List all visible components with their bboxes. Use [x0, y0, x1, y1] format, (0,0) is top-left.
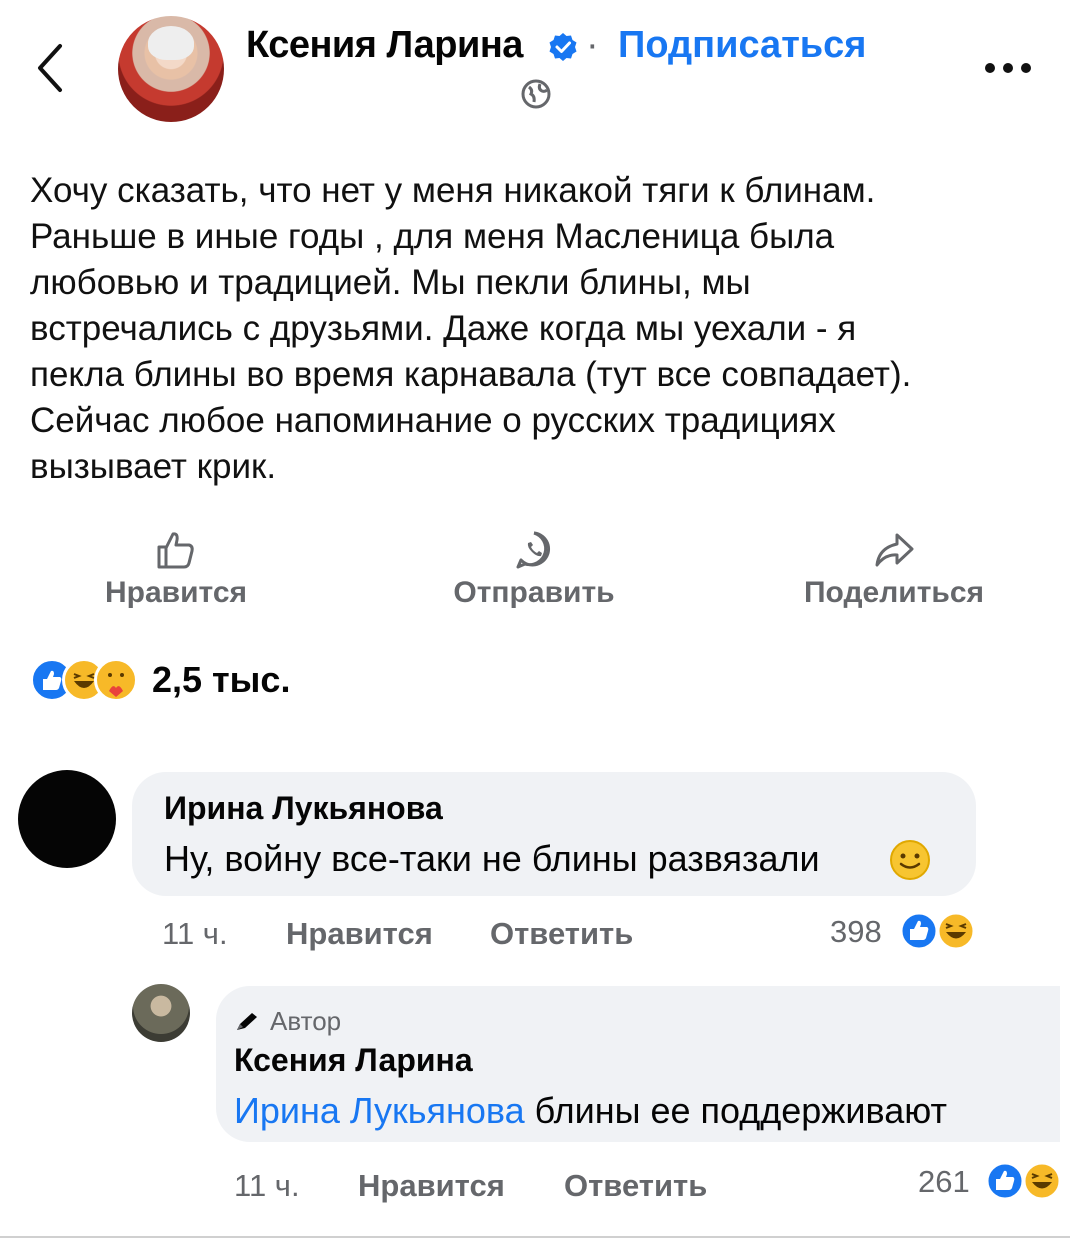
reply-reply-button[interactable]: Ответить: [564, 1168, 707, 1204]
share-label: Поделиться: [803, 576, 985, 609]
reply-text-body: блины ее поддерживают: [524, 1090, 947, 1131]
globe-icon: [521, 79, 551, 109]
share-button[interactable]: Поделиться: [764, 530, 1024, 610]
reply-text: Ирина Лукьянова блины ее поддерживают: [234, 1090, 947, 1132]
comment-reaction-icons: [899, 911, 976, 951]
care-reaction-icon: [94, 658, 138, 702]
send-label: Отправить: [453, 576, 615, 609]
back-button[interactable]: [30, 40, 70, 96]
subscribe-button[interactable]: Подписаться: [618, 24, 866, 67]
reply-reaction-icons: [985, 1161, 1062, 1201]
reply-like-button[interactable]: Нравится: [358, 1168, 505, 1204]
author-badge-label: Автор: [270, 1006, 342, 1036]
chevron-left-icon: [38, 44, 62, 92]
author-avatar[interactable]: [118, 16, 224, 122]
comment-author[interactable]: Ирина Лукьянова: [164, 790, 443, 827]
reply-time[interactable]: 11 ч.: [234, 1168, 300, 1204]
mention-link[interactable]: Ирина Лукьянова: [234, 1090, 525, 1131]
comment-like-button[interactable]: Нравится: [286, 916, 433, 952]
reply-author-avatar[interactable]: [132, 984, 190, 1042]
smiley-emoji-icon: [890, 840, 930, 880]
send-button[interactable]: Отправить: [404, 530, 664, 610]
author-badge: Автор: [234, 1006, 341, 1037]
author-name[interactable]: Ксения Ларина: [246, 24, 523, 67]
comment-reaction-count[interactable]: 398: [830, 914, 882, 950]
commenter-avatar[interactable]: [18, 770, 116, 868]
reply-reaction-count[interactable]: 261: [918, 1164, 970, 1200]
more-options-button[interactable]: [980, 50, 1036, 86]
pencil-icon: [237, 1012, 257, 1030]
thumbs-up-icon: [157, 532, 194, 569]
verified-badge-icon: [549, 33, 577, 61]
comment-reply-button[interactable]: Ответить: [490, 916, 633, 952]
comment-time[interactable]: 11 ч.: [162, 916, 228, 952]
share-arrow-icon: [875, 533, 914, 567]
header-separator: ·: [586, 24, 599, 66]
more-dots-icon: [985, 63, 1031, 73]
reply-author[interactable]: Ксения Ларина: [234, 1042, 473, 1079]
reactions-count: 2,5 тыс.: [152, 659, 291, 700]
comment-text: Ну, войну все-таки не блины развязали: [164, 838, 820, 879]
like-button[interactable]: Нравится: [46, 530, 306, 610]
like-label: Нравится: [104, 576, 248, 609]
bottom-divider: [0, 1236, 1070, 1238]
post-text: Хочу сказать, что нет у меня никакой тяг…: [30, 171, 912, 486]
reactions-summary[interactable]: 2,5 тыс.: [30, 656, 290, 704]
whatsapp-icon: [516, 531, 551, 569]
